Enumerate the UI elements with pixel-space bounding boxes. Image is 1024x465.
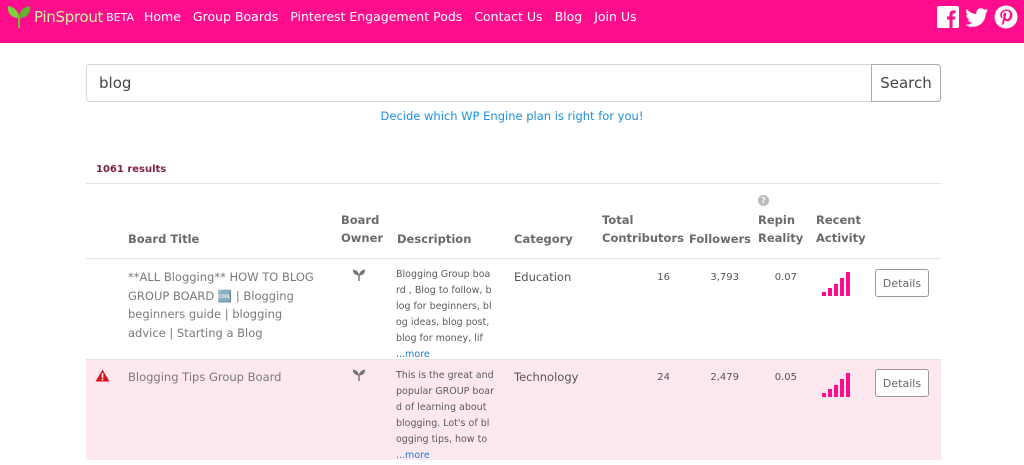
board-title[interactable]: Blogging Tips Group Board — [128, 368, 318, 387]
promo-link-text[interactable]: Decide which WP Engine plan is right for… — [381, 109, 644, 123]
nav-contact-us[interactable]: Contact Us — [474, 9, 542, 24]
promo-link[interactable]: Decide which WP Engine plan is right for… — [0, 109, 1024, 123]
description-text: Blogging Group board , Blog to follow, b… — [396, 269, 492, 344]
followers-count: 3,793 — [710, 272, 739, 283]
help-icon[interactable]: ? — [758, 195, 769, 206]
header-board-owner[interactable]: Board Owner — [341, 211, 383, 247]
header-contributors-line2: Contributors — [602, 231, 684, 245]
header-contributors-line1: Total — [602, 213, 634, 227]
more-link[interactable]: ...more — [396, 450, 430, 461]
header-total-contributors[interactable]: Total Contributors — [602, 211, 684, 247]
total-contributors: 16 — [657, 272, 670, 283]
board-title[interactable]: **ALL Blogging** HOW TO BLOG GROUP BOARD… — [128, 268, 318, 342]
twitter-icon[interactable] — [965, 5, 989, 29]
brand-name: PinSprout — [34, 8, 104, 26]
divider — [86, 183, 941, 184]
search-input[interactable] — [86, 64, 871, 102]
search-button[interactable]: Search — [871, 64, 941, 102]
top-navbar: PinSprout BETA Home Group Boards Pintere… — [0, 0, 1024, 43]
header-board-owner-line2: Owner — [341, 231, 384, 245]
activity-bars-icon — [822, 373, 850, 397]
facebook-icon[interactable] — [936, 5, 960, 29]
brand[interactable]: PinSprout BETA — [6, 6, 134, 28]
results-count: 1061 results — [96, 164, 167, 175]
social-links — [931, 5, 1018, 29]
board-description: This is the great and popular GROUP boar… — [396, 368, 494, 464]
header-category[interactable]: Category — [514, 230, 573, 248]
board-category: Technology — [514, 370, 579, 384]
total-contributors: 24 — [657, 372, 670, 383]
header-recent-activity[interactable]: Recent Activity — [816, 211, 866, 247]
table-row: Blogging Tips Group Board This is the gr… — [86, 360, 941, 461]
sprout-logo-icon — [7, 6, 31, 28]
nav-join-us[interactable]: Join Us — [594, 9, 636, 24]
details-button[interactable]: Details — [875, 269, 929, 297]
warning-icon — [95, 369, 110, 382]
header-activity-line1: Recent — [816, 213, 861, 227]
nav-home[interactable]: Home — [144, 9, 181, 24]
pinterest-icon[interactable] — [994, 5, 1018, 29]
header-repin-reality[interactable]: Repin Reality — [758, 211, 803, 247]
beta-badge: BETA — [106, 10, 135, 24]
sprout-icon — [352, 269, 366, 281]
table-row: **ALL Blogging** HOW TO BLOG GROUP BOARD… — [86, 259, 941, 360]
table-header: Board Title Board Owner Description Cate… — [0, 190, 1024, 256]
board-category: Education — [514, 270, 572, 284]
header-board-title[interactable]: Board Title — [128, 230, 199, 248]
nav-blog[interactable]: Blog — [555, 9, 583, 24]
repin-reality: 0.07 — [774, 272, 797, 283]
nav-engagement-pods[interactable]: Pinterest Engagement Pods — [290, 9, 462, 24]
header-description: Description — [397, 232, 472, 246]
search-bar: Search — [86, 64, 941, 102]
repin-reality: 0.05 — [774, 372, 797, 383]
header-board-owner-line1: Board — [341, 213, 380, 227]
header-repin-line2: Reality — [758, 231, 804, 245]
details-button[interactable]: Details — [875, 369, 929, 397]
nav-group-boards[interactable]: Group Boards — [193, 9, 278, 24]
header-activity-line2: Activity — [816, 231, 866, 245]
description-text: This is the great and popular GROUP boar… — [396, 370, 494, 445]
main-nav: Home Group Boards Pinterest Engagement P… — [144, 9, 649, 24]
board-description: Blogging Group board , Blog to follow, b… — [396, 267, 494, 363]
followers-count: 2,479 — [710, 372, 739, 383]
sprout-icon — [352, 369, 366, 381]
header-repin-line1: Repin — [758, 213, 796, 227]
header-followers[interactable]: Followers — [689, 230, 751, 248]
activity-bars-icon — [822, 272, 850, 296]
